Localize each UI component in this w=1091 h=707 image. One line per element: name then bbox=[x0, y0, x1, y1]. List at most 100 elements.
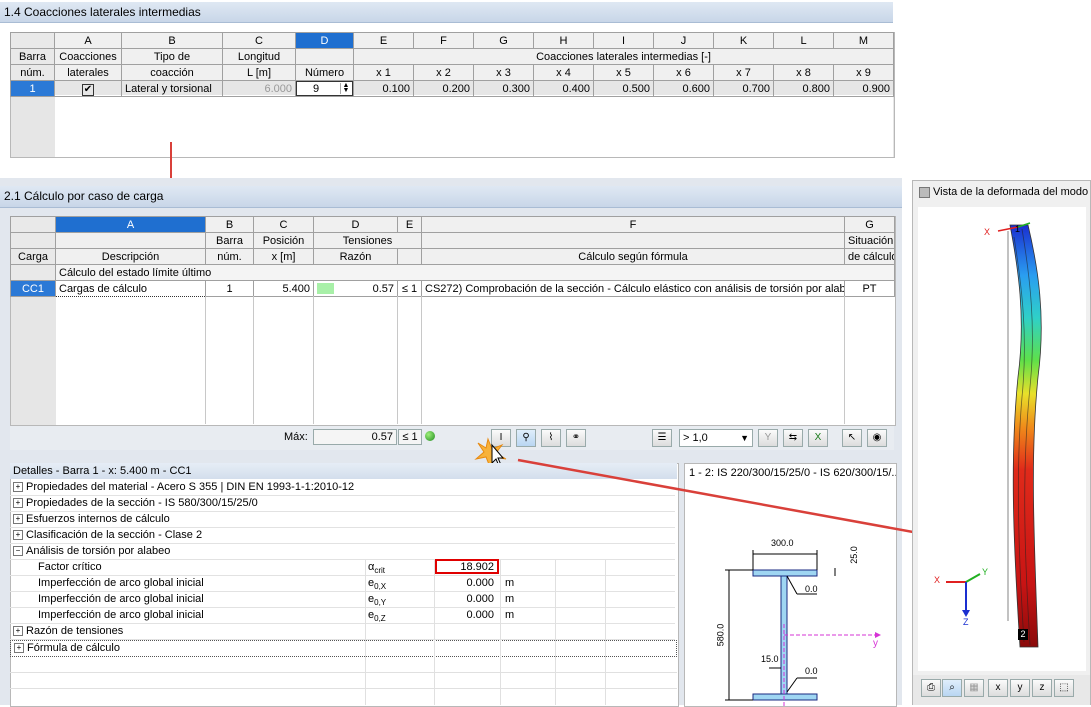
eye-view-icon[interactable]: ◉ bbox=[867, 429, 887, 447]
panel-title-coacciones: 1.4 Coacciones laterales intermedias bbox=[0, 2, 893, 23]
render-icon[interactable]: ▦ bbox=[964, 679, 984, 697]
col2-B[interactable]: B bbox=[205, 216, 254, 233]
x3-cell[interactable]: 0.300 bbox=[473, 80, 534, 97]
col-M[interactable]: M bbox=[833, 32, 894, 49]
zoom-icon[interactable]: ⌕ bbox=[942, 679, 962, 697]
filter-icon[interactable]: Y bbox=[758, 429, 778, 447]
coacciones-checkbox-cell[interactable]: ✔ bbox=[54, 80, 122, 97]
col2-F[interactable]: F bbox=[421, 216, 845, 233]
col-H[interactable]: H bbox=[533, 32, 594, 49]
top-x-label: X bbox=[984, 227, 991, 237]
group-row-label: Cálculo del estado límite último bbox=[55, 264, 895, 281]
tree-item-label: Análisis de torsión por alabeo bbox=[26, 545, 171, 557]
detail-label: Imperfección de arco global inicial bbox=[38, 609, 204, 621]
mode-view-toolbar: ⎙ ⌕ ▦ x y z ⬚ bbox=[913, 675, 1090, 705]
col-D[interactable]: D bbox=[295, 32, 354, 49]
header-desc-top bbox=[55, 232, 206, 249]
header-tensiones: Tensiones bbox=[313, 232, 422, 249]
row-number[interactable]: 1 bbox=[10, 80, 55, 97]
header-longitud: Longitud bbox=[222, 48, 296, 65]
col-F[interactable]: F bbox=[413, 32, 474, 49]
expand-icon[interactable]: + bbox=[13, 498, 23, 509]
max-le-field: ≤ 1 bbox=[398, 429, 422, 445]
row-carga[interactable]: CC1 bbox=[10, 280, 56, 297]
axis-z-label: Z bbox=[963, 617, 969, 627]
view-y-icon[interactable]: y bbox=[1010, 679, 1030, 697]
header-razon: Razón bbox=[313, 248, 398, 265]
table-row[interactable]: CC1 Cargas de cálculo 1 5.400 0.57 ≤ 1 C… bbox=[10, 280, 895, 297]
col2-C[interactable]: C bbox=[253, 216, 314, 233]
header-e-empty bbox=[397, 248, 422, 265]
table-row[interactable]: 1 ✔ Lateral y torsional 6.000 9 ▲ ▼ 0.100… bbox=[10, 80, 894, 97]
col-G[interactable]: G bbox=[473, 32, 534, 49]
col-I[interactable]: I bbox=[593, 32, 654, 49]
tree-item-torsion[interactable]: − Análisis de torsión por alabeo bbox=[10, 544, 675, 560]
numero-input[interactable]: 9 bbox=[313, 82, 319, 96]
print-icon[interactable]: ⎙ bbox=[921, 679, 941, 697]
deformed-member-drawing bbox=[946, 222, 1042, 648]
panel-title-calculo: 2.1 Cálculo por caso de carga bbox=[0, 186, 902, 208]
mode-view-canvas[interactable]: X 1 2 X Y Z bbox=[918, 207, 1086, 671]
relation-button[interactable]: ⚭ bbox=[566, 429, 586, 447]
numero-cell[interactable]: 9 ▲ ▼ bbox=[295, 80, 354, 97]
col-B[interactable]: B bbox=[121, 32, 223, 49]
situacion-cell[interactable]: PT bbox=[844, 280, 895, 297]
detail-row-e0y: Imperfección de arco global inicial e0,Y… bbox=[10, 592, 675, 608]
row-header-strip bbox=[11, 295, 56, 425]
expand-icon[interactable]: + bbox=[13, 626, 23, 637]
expand-icon[interactable]: + bbox=[13, 514, 23, 525]
tipo-cell[interactable]: Lateral y torsional bbox=[121, 80, 223, 97]
posicion-cell[interactable]: 5.400 bbox=[253, 280, 314, 297]
axis-y-label: y bbox=[873, 638, 878, 649]
expand-icon[interactable]: + bbox=[14, 643, 24, 654]
x6-cell[interactable]: 0.600 bbox=[653, 80, 714, 97]
col-E[interactable]: E bbox=[353, 32, 414, 49]
barra-cell[interactable]: 1 bbox=[205, 280, 254, 297]
header-x1: x 1 bbox=[353, 64, 414, 81]
tree-item-formula[interactable]: + Fórmula de cálculo bbox=[10, 640, 677, 657]
col2-G[interactable]: G bbox=[844, 216, 895, 233]
tree-item-label: Propiedades del material - Acero S 355 |… bbox=[26, 481, 355, 493]
col2-E[interactable]: E bbox=[397, 216, 422, 233]
numero-spinner[interactable]: ▲ ▼ bbox=[340, 82, 351, 94]
member-button[interactable]: ⌇ bbox=[541, 429, 561, 447]
axis-x-label: X bbox=[934, 575, 941, 585]
x1-cell[interactable]: 0.100 bbox=[353, 80, 414, 97]
max-label: Máx: bbox=[284, 431, 308, 443]
col2-D[interactable]: D bbox=[313, 216, 398, 233]
formula-cell[interactable]: CS272) Comprobación de la sección - Cálc… bbox=[421, 280, 845, 297]
header-posicion: Posición bbox=[253, 232, 314, 249]
razon-cell[interactable]: 0.57 bbox=[313, 280, 398, 297]
x5-cell[interactable]: 0.500 bbox=[593, 80, 654, 97]
checkbox-checked[interactable]: ✔ bbox=[82, 83, 94, 96]
dim-zero-label: 0.0 bbox=[805, 584, 818, 594]
excel-export-icon[interactable]: X bbox=[808, 429, 828, 447]
expand-icon[interactable]: + bbox=[13, 530, 23, 541]
collapse-icon[interactable]: − bbox=[13, 546, 23, 557]
x9-cell[interactable]: 0.900 bbox=[833, 80, 894, 97]
razon-value: 0.57 bbox=[372, 282, 394, 295]
col-L[interactable]: L bbox=[773, 32, 834, 49]
x7-cell[interactable]: 0.700 bbox=[713, 80, 774, 97]
filter-select[interactable]: > 1,0 ▼ bbox=[679, 429, 753, 447]
detail-row-factor: Factor crítico αcrit 18.902 bbox=[10, 559, 675, 576]
col-J[interactable]: J bbox=[653, 32, 714, 49]
sync-icon[interactable]: ⇆ bbox=[783, 429, 803, 447]
x4-cell[interactable]: 0.400 bbox=[533, 80, 594, 97]
detail-unit: m bbox=[505, 609, 515, 621]
color-bar-button[interactable]: ☰ bbox=[652, 429, 672, 447]
pointer-select-icon[interactable]: ↖ bbox=[842, 429, 862, 447]
x8-cell[interactable]: 0.800 bbox=[773, 80, 834, 97]
desc-cell[interactable]: Cargas de cálculo bbox=[55, 280, 206, 297]
view-x-icon[interactable]: x bbox=[988, 679, 1008, 697]
expand-icon[interactable]: + bbox=[13, 482, 23, 493]
view-z-icon[interactable]: z bbox=[1032, 679, 1052, 697]
col-K[interactable]: K bbox=[713, 32, 774, 49]
iso-view-icon[interactable]: ⬚ bbox=[1054, 679, 1074, 697]
col2-A[interactable]: A bbox=[55, 216, 206, 233]
header-x3: x 3 bbox=[473, 64, 534, 81]
x2-cell[interactable]: 0.200 bbox=[413, 80, 474, 97]
tree-item-razon[interactable]: + Razón de tensiones bbox=[10, 624, 675, 640]
col-C[interactable]: C bbox=[222, 32, 296, 49]
col-A[interactable]: A bbox=[54, 32, 122, 49]
